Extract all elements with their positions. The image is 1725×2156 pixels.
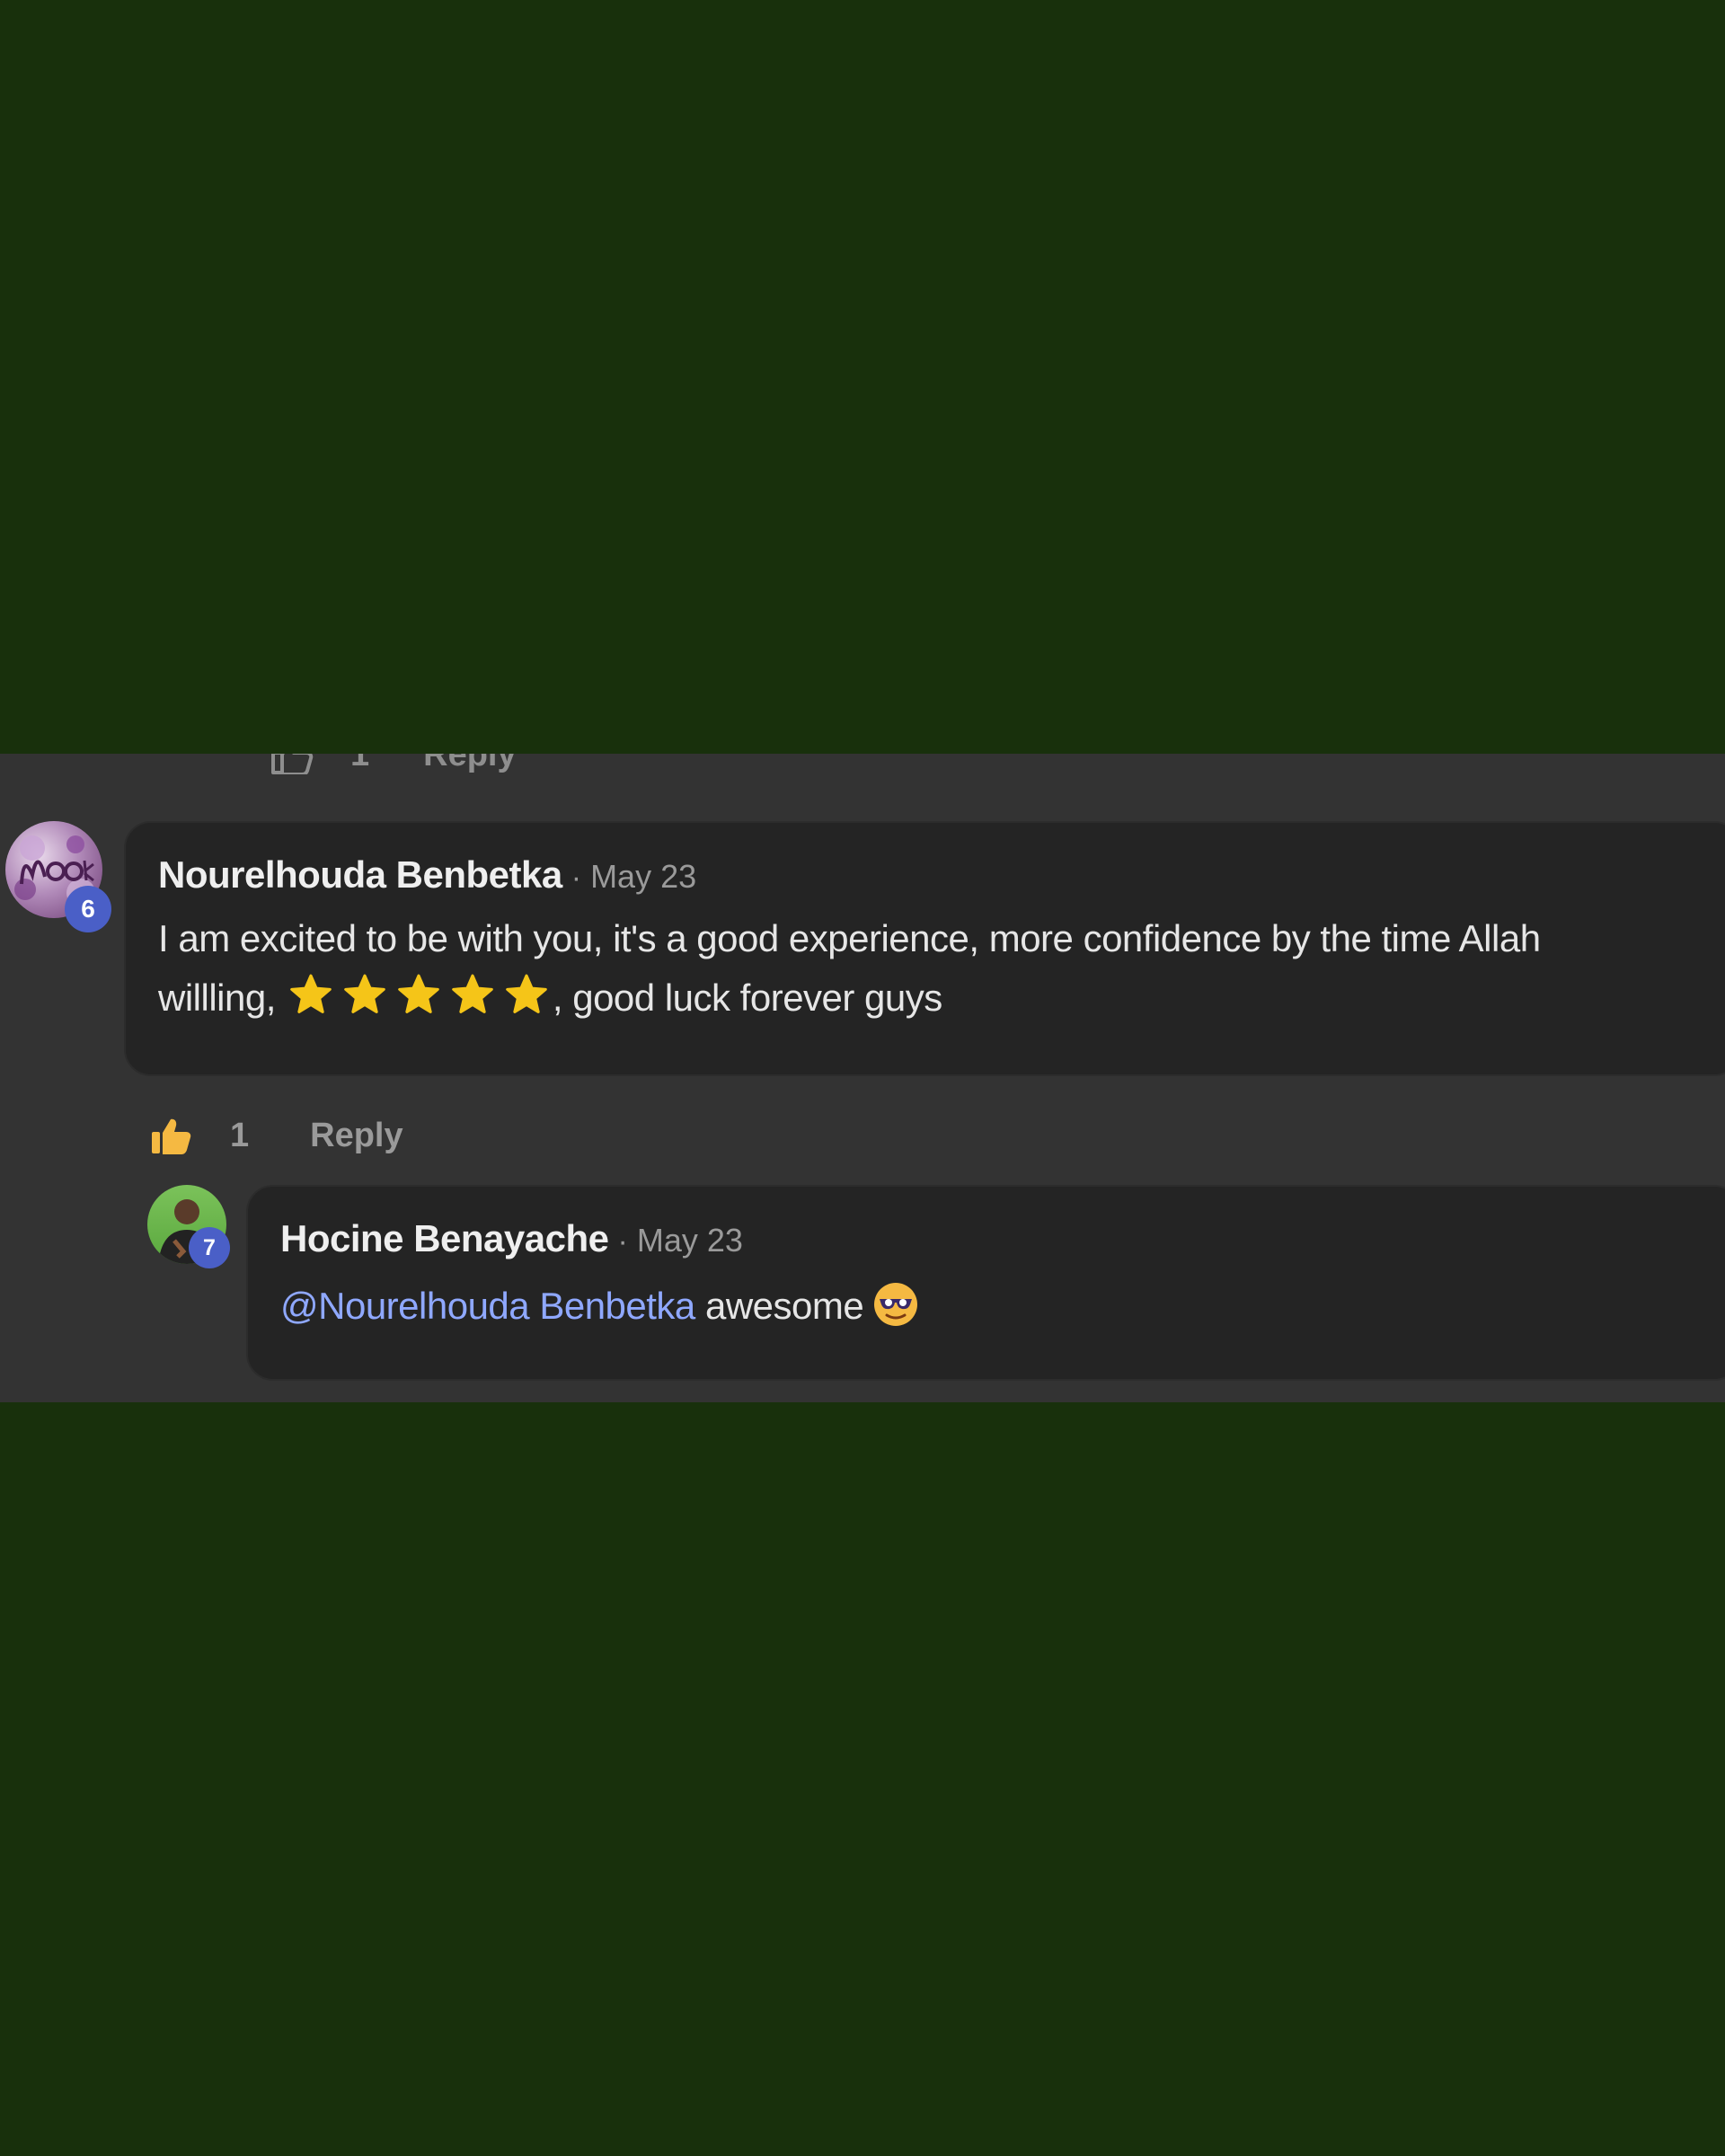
smiling-face-with-sunglasses-icon (863, 1283, 919, 1327)
mention-link[interactable]: @Nourelhouda Benbetka (280, 1285, 695, 1327)
level-badge: 7 (189, 1227, 230, 1268)
comment-bubble: Nourelhouda Benbetka · May 23 I am excit… (124, 821, 1725, 1076)
star-icon (450, 973, 495, 1016)
comment-text: @Nourelhouda Benbetka awesome (280, 1277, 1700, 1336)
separator: · (571, 861, 582, 895)
comment-text-fragment: awesome (704, 1285, 864, 1327)
comment-bubble: Hocine Benayache · May 23 @Nourelhouda B… (246, 1185, 1725, 1381)
page: 1 Reply 6 Nourelhouda Benbetka · May 23 (0, 0, 1725, 2156)
comment-header: Nourelhouda Benbetka · May 23 (158, 853, 696, 897)
star-emoji-group (288, 973, 549, 1016)
comment-text-fragment: willling, (158, 976, 276, 1019)
separator: · (617, 1224, 628, 1259)
star-icon (396, 973, 441, 1016)
previous-comment-actions: 1 Reply (270, 754, 517, 777)
star-icon (504, 973, 549, 1016)
author-name[interactable]: Nourelhouda Benbetka (158, 853, 562, 897)
comment-text-line: @Nourelhouda Benbetka awesome (280, 1277, 1700, 1336)
star-icon (342, 973, 387, 1016)
comment-text: I am excited to be with you, it's a good… (158, 909, 1703, 1028)
star-icon (288, 973, 333, 1016)
author-name[interactable]: Hocine Benayache (280, 1217, 609, 1260)
comment-date: May 23 (590, 858, 697, 895)
comments-panel: 1 Reply 6 Nourelhouda Benbetka · May 23 (0, 754, 1725, 1402)
comment-date: May 23 (636, 1222, 743, 1259)
previous-like-count: 1 (350, 754, 370, 773)
like-outline-icon[interactable] (270, 754, 314, 776)
comment-text-line: I am excited to be with you, it's a good… (158, 917, 1541, 959)
comment-text-line: willling, , good luck forever guys (158, 968, 1703, 1028)
comment-header: Hocine Benayache · May 23 (280, 1217, 743, 1260)
comment-actions: 1 Reply (151, 1104, 403, 1167)
comment-text-fragment: , good luck forever guys (552, 976, 942, 1019)
level-badge: 6 (65, 886, 111, 932)
previous-reply-link[interactable]: Reply (423, 754, 516, 774)
like-filled-icon[interactable] (151, 1117, 192, 1154)
reply-button[interactable]: Reply (310, 1117, 402, 1155)
like-count: 1 (230, 1116, 250, 1154)
